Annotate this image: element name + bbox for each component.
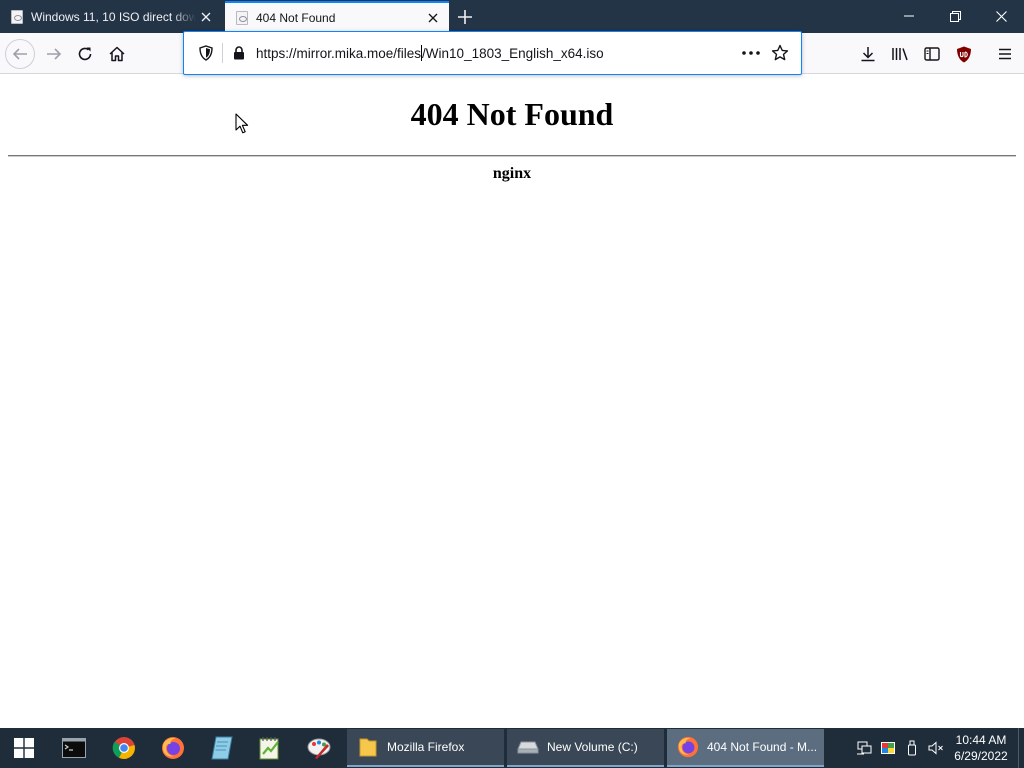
taskbar-clock[interactable]: 10:44 AM 6/29/2022	[948, 732, 1014, 764]
back-button[interactable]	[5, 39, 35, 69]
open-menu-button[interactable]	[991, 40, 1019, 68]
taskbar-notepad-plus-plus[interactable]	[246, 728, 294, 768]
minimize-icon	[904, 15, 914, 17]
page-icon	[236, 11, 248, 25]
taskbar-window-mozilla-firefox[interactable]: Mozilla Firefox	[347, 729, 504, 767]
tracking-protection-button[interactable]	[196, 43, 216, 63]
chrome-icon	[112, 737, 135, 759]
clock-time: 10:44 AM	[955, 733, 1007, 747]
tab-windows-iso-downloads[interactable]: Windows 11, 10 ISO direct downloads	[0, 1, 222, 33]
ublock-shield-icon	[957, 46, 971, 62]
reload-icon	[78, 47, 92, 61]
reload-button[interactable]	[71, 40, 99, 68]
taskbar-window-new-volume[interactable]: New Volume (C:)	[507, 729, 664, 767]
command-prompt-icon	[62, 738, 86, 758]
taskbar-firefox[interactable]	[149, 728, 197, 768]
url-input[interactable]: https://mirror.mika.moe/files/Win10_1803…	[256, 45, 737, 61]
home-icon	[109, 46, 125, 62]
minimize-button[interactable]	[886, 0, 932, 32]
new-tab-button[interactable]	[454, 6, 476, 28]
taskbar-command-prompt[interactable]	[50, 728, 98, 768]
usb-device-icon[interactable]	[900, 736, 924, 760]
page-icon	[11, 10, 23, 24]
color-display-icon[interactable]	[876, 736, 900, 760]
firefox-icon	[677, 736, 699, 758]
taskbar-window-label: 404 Not Found - M...	[707, 740, 818, 754]
error-heading: 404 Not Found	[410, 96, 614, 132]
taskbar-chrome[interactable]	[100, 728, 148, 768]
url-text-after-caret: /Win10_1803_English_x64.iso	[422, 46, 604, 61]
folder-icon	[357, 736, 379, 758]
shield-icon	[199, 45, 213, 61]
library-icon	[892, 48, 908, 61]
tab-title: Windows 11, 10 ISO direct downloads	[31, 10, 196, 24]
window-close-button[interactable]	[978, 0, 1024, 32]
tab-404-not-found[interactable]: 404 Not Found	[225, 1, 449, 33]
lock-icon[interactable]	[231, 45, 247, 61]
page-actions-button[interactable]	[737, 39, 765, 67]
volume-muted-icon[interactable]	[924, 736, 948, 760]
windows-logo-icon	[14, 738, 34, 758]
clock-date: 6/29/2022	[954, 749, 1008, 763]
plus-icon	[458, 10, 472, 24]
home-button[interactable]	[103, 40, 131, 68]
url-text-before-caret: https://mirror.mika.moe/files	[256, 46, 422, 61]
close-tab-icon[interactable]	[196, 7, 216, 27]
taskbar: Mozilla Firefox New Volume (C:) 404 Not …	[0, 728, 1024, 768]
bookmark-star-button[interactable]	[766, 39, 794, 67]
tab-strip: Windows 11, 10 ISO direct downloads 404 …	[0, 0, 1024, 33]
urlbar-divider	[222, 43, 223, 63]
sidebar-icon	[924, 47, 940, 61]
taskbar-window-label: Mozilla Firefox	[387, 740, 465, 754]
start-button[interactable]	[0, 728, 48, 768]
mouse-pointer-icon	[235, 113, 249, 134]
paint-icon	[307, 738, 331, 759]
close-tab-icon[interactable]	[423, 8, 443, 28]
close-icon	[995, 10, 1007, 22]
arrow-right-icon	[47, 48, 62, 60]
ublock-origin-button[interactable]	[950, 40, 978, 68]
downloads-button[interactable]	[854, 40, 882, 68]
page-content: 404 Not Found nginx	[0, 74, 1024, 728]
library-button[interactable]	[886, 40, 914, 68]
show-desktop-button[interactable]	[1018, 728, 1024, 768]
forward-button[interactable]	[40, 40, 68, 68]
restore-icon	[949, 10, 961, 22]
taskbar-notepad[interactable]	[198, 728, 246, 768]
network-icon[interactable]	[852, 736, 876, 760]
hamburger-menu-icon	[999, 48, 1011, 60]
sidebar-button[interactable]	[918, 40, 946, 68]
horizontal-rule	[8, 155, 1016, 157]
notepad-icon	[211, 736, 233, 760]
server-name: nginx	[492, 165, 532, 182]
taskbar-window-404-not-found[interactable]: 404 Not Found - M...	[667, 729, 824, 767]
tab-title: 404 Not Found	[256, 11, 336, 25]
drive-icon	[517, 736, 539, 758]
notepad-plus-plus-icon	[259, 737, 279, 760]
download-icon	[861, 47, 875, 62]
taskbar-window-label: New Volume (C:)	[547, 740, 638, 754]
system-tray	[852, 728, 948, 768]
address-bar[interactable]: https://mirror.mika.moe/files/Win10_1803…	[183, 31, 802, 75]
arrow-left-icon	[12, 48, 27, 60]
star-icon	[771, 44, 789, 61]
firefox-icon	[162, 737, 184, 759]
restore-button[interactable]	[932, 0, 978, 32]
taskbar-paint[interactable]	[296, 728, 344, 768]
more-horizontal-icon	[742, 51, 760, 55]
